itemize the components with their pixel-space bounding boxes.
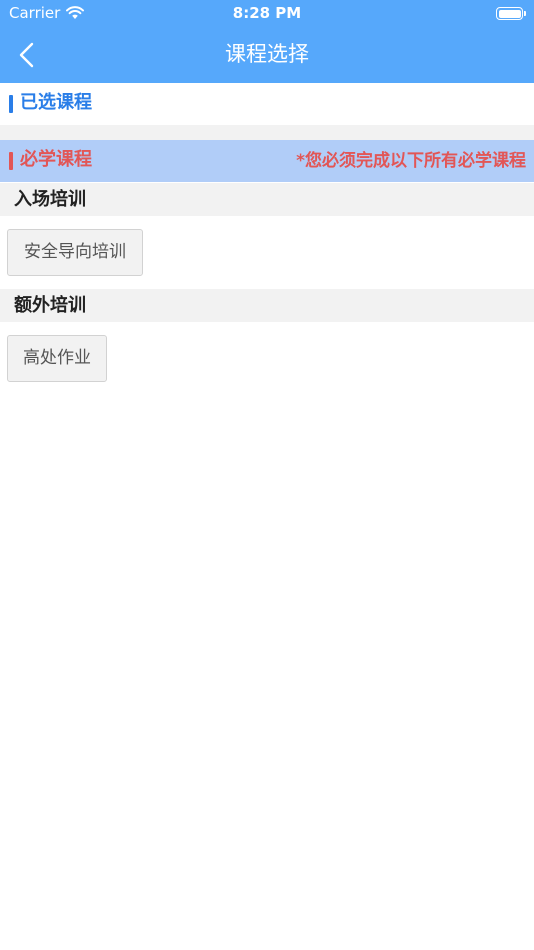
category-label: 额外培训	[14, 295, 86, 316]
section-accent-bar	[9, 95, 13, 113]
status-bar: Carrier 8:28 PM	[0, 0, 534, 28]
category-label: 入场培训	[14, 189, 86, 210]
section-accent-bar	[9, 152, 13, 170]
top-bar: Carrier 8:28 PM 课程选择	[0, 0, 534, 83]
required-courses-header: 必学课程 *您必须完成以下所有必学课程	[0, 140, 534, 182]
course-button-work-at-height[interactable]: 高处作业	[7, 335, 107, 382]
course-button-safety-orientation[interactable]: 安全导向培训	[7, 229, 143, 276]
section-divider	[0, 125, 534, 140]
selected-courses-label: 已选课程	[20, 92, 92, 113]
clock: 8:28 PM	[232, 4, 302, 22]
required-courses-label: 必学课程	[20, 149, 92, 170]
page-title: 课程选择	[225, 42, 309, 66]
battery-icon	[496, 7, 526, 20]
required-notice: *您必须完成以下所有必学课程	[296, 151, 526, 171]
category-header-entry-training: 入场培训	[0, 183, 534, 216]
category-header-extra-training: 额外培训	[0, 289, 534, 322]
selected-courses-header: 已选课程	[0, 83, 534, 125]
